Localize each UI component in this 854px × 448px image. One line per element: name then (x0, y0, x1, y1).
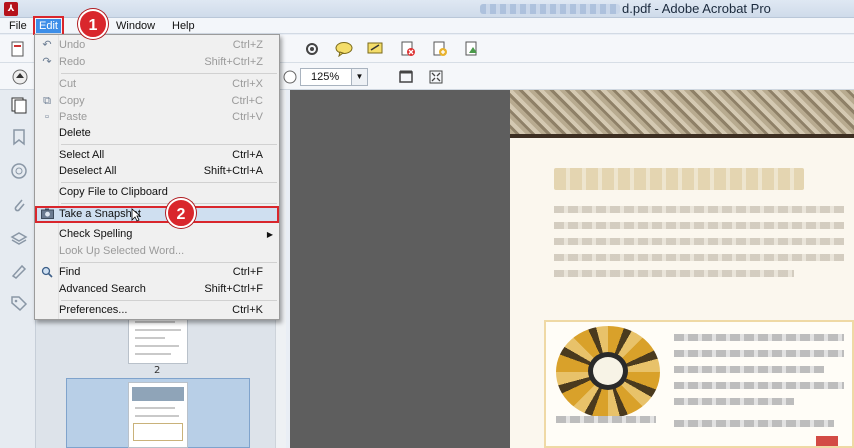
tags-icon[interactable] (9, 294, 29, 314)
comment-icon[interactable] (334, 39, 354, 59)
layers-icon[interactable] (9, 230, 29, 250)
title-bar: ⅄ d.pdf - Adobe Acrobat Pro (0, 0, 854, 18)
attachments-paperclip-icon[interactable] (9, 196, 29, 216)
full-screen-icon[interactable] (426, 67, 446, 87)
secure-document-icon[interactable] (398, 39, 418, 59)
menu-item-copy-file-to-clipboard[interactable]: Copy File to Clipboard (35, 184, 279, 201)
sign-icon[interactable] (366, 39, 386, 59)
redo-icon: ↷ (42, 56, 52, 68)
zoom-dropdown-chevron-icon[interactable]: ▼ (351, 69, 367, 85)
signature-pen-icon[interactable] (9, 262, 29, 282)
menu-item-advanced-search[interactable]: Advanced Search Shift+Ctrl+F (35, 281, 279, 298)
fit-page-icon[interactable] (396, 67, 416, 87)
thumbnail-page-3[interactable] (128, 382, 188, 448)
menu-item-delete[interactable]: Delete (35, 125, 279, 142)
menu-item-redo[interactable]: ↷ Redo Shift+Ctrl+Z (35, 54, 279, 71)
mouse-pointer-icon (131, 208, 141, 222)
menu-item-undo[interactable]: ↶ Undo Ctrl+Z (35, 37, 279, 54)
zoom-level-value: 125% (311, 71, 340, 83)
home-up-arrow-icon[interactable] (10, 67, 30, 87)
thumbnail-page-number: 2 (154, 365, 161, 376)
menu-item-cut[interactable]: Cut Ctrl+X (35, 76, 279, 93)
redacted-filename (480, 4, 620, 14)
page-header-photo (510, 90, 854, 134)
navigation-pane-rail (0, 90, 36, 448)
menu-help[interactable]: Help (169, 19, 198, 33)
menu-window[interactable]: Window (113, 19, 158, 33)
step-1-badge: 1 (78, 9, 108, 39)
menu-edit[interactable]: Edit (33, 16, 64, 36)
camera-icon (40, 208, 54, 221)
menu-item-look-up-selected-word[interactable]: Look Up Selected Word... (35, 243, 279, 260)
menu-file[interactable]: File (6, 19, 30, 33)
zoom-out-icon[interactable] (280, 67, 300, 87)
menu-item-select-all[interactable]: Select All Ctrl+A (35, 147, 279, 164)
menu-item-paste[interactable]: ▫ Paste Ctrl+V (35, 109, 279, 126)
settings-gear-icon[interactable] (302, 39, 322, 59)
menu-item-check-spelling[interactable]: Check Spelling ▶ (35, 226, 279, 243)
review-document-icon[interactable] (462, 39, 482, 59)
menu-item-take-a-snapshot[interactable]: Take a Snapshot (35, 206, 279, 223)
create-pdf-icon[interactable] (8, 39, 28, 59)
menu-item-find[interactable]: Find Ctrl+F (35, 264, 279, 281)
search-icon (40, 266, 54, 279)
signatures-icon[interactable] (9, 162, 29, 182)
paste-icon: ▫ (45, 111, 49, 123)
menu-item-copy[interactable]: ⧉ Copy Ctrl+C (35, 93, 279, 110)
menu-item-deselect-all[interactable]: Deselect All Shift+Ctrl+A (35, 163, 279, 180)
menu-item-preferences[interactable]: Preferences... Ctrl+K (35, 302, 279, 319)
undo-icon: ↶ (42, 39, 52, 51)
step-2-badge: 2 (166, 198, 196, 228)
submenu-arrow-icon: ▶ (266, 230, 273, 239)
edit-menu-dropdown: ↶ Undo Ctrl+Z ↷ Redo Shift+Ctrl+Z Cut Ct… (34, 34, 280, 320)
page-thumbnails-icon[interactable] (9, 96, 29, 116)
acrobat-app-icon: ⅄ (4, 2, 18, 16)
menu-bar: File Edit Window Help (0, 16, 854, 36)
page-heading-blurred (554, 168, 804, 190)
zoom-level-field[interactable]: 125% ▼ (300, 68, 368, 86)
bookmarks-icon[interactable] (9, 128, 29, 148)
document-canvas-background (290, 90, 510, 448)
copy-icon: ⧉ (43, 95, 51, 107)
window-title: d.pdf - Adobe Acrobat Pro (622, 1, 771, 16)
export-document-icon[interactable] (430, 39, 450, 59)
